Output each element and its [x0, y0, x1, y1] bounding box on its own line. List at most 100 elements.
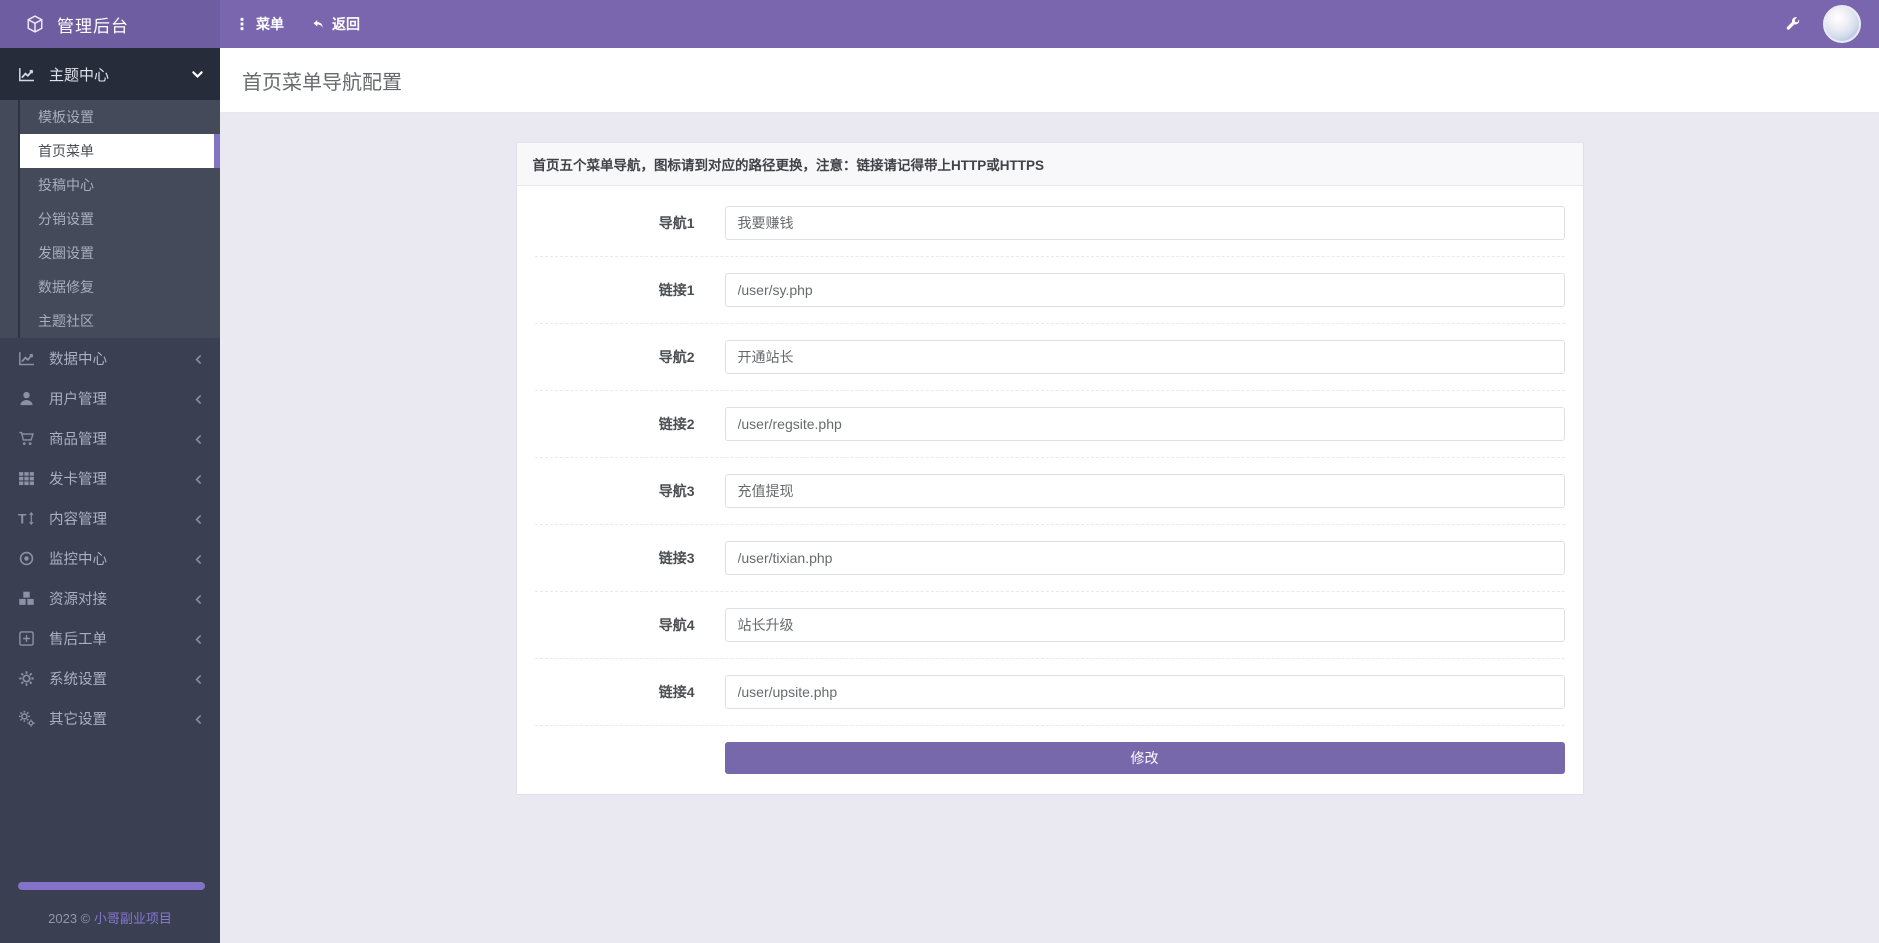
- dashed-divider: [534, 390, 1565, 391]
- sidebar-subitem[interactable]: 投稿中心: [0, 168, 220, 202]
- sidebar-footer: 2023 © 小哥副业项目: [0, 882, 220, 943]
- chevron-left-icon: [193, 473, 204, 484]
- panel-header: 首页五个菜单导航，图标请到对应的路径更换，注意：链接请记得带上HTTP或HTTP…: [516, 143, 1583, 186]
- wrench-icon[interactable]: [1785, 16, 1801, 32]
- field-input[interactable]: [724, 675, 1565, 709]
- form-row: 导航4: [535, 608, 1565, 642]
- field-label: 链接2: [658, 416, 695, 432]
- topbar: 管理后台 菜单 返回: [0, 0, 1879, 48]
- chevron-left-icon: [193, 353, 204, 364]
- field-input[interactable]: [724, 407, 1565, 441]
- copyright-year: 2023 ©: [48, 911, 94, 926]
- save-button[interactable]: 修改: [724, 742, 1565, 774]
- grid-icon: [18, 470, 35, 487]
- field-label: 导航4: [658, 617, 695, 633]
- topbar-right: [1785, 5, 1879, 43]
- sidebar-item[interactable]: 资源对接: [0, 578, 220, 618]
- field-input[interactable]: [724, 474, 1565, 508]
- sidebar-subitem[interactable]: 发圈设置: [0, 236, 220, 270]
- sidebar-subitem[interactable]: 分销设置: [0, 202, 220, 236]
- sidebar-item-label: 内容管理: [49, 511, 107, 528]
- back-button[interactable]: 返回: [312, 14, 360, 34]
- gears-icon: [18, 710, 35, 727]
- field-label: 链接4: [658, 684, 695, 700]
- sidebar-item-theme-center[interactable]: 主题中心: [0, 48, 220, 100]
- copyright-link[interactable]: 小哥副业项目: [94, 911, 172, 926]
- sidebar-scrollbar-thumb[interactable]: [18, 882, 205, 890]
- sidebar-item[interactable]: 售后工单: [0, 618, 220, 658]
- gear-icon: [18, 670, 35, 687]
- sidebar-subitem[interactable]: 数据修复: [0, 270, 220, 304]
- user-avatar[interactable]: [1823, 5, 1861, 43]
- form-row: 链接2: [535, 407, 1565, 441]
- back-label: 返回: [332, 16, 360, 32]
- content-area: 首页五个菜单导航，图标请到对应的路径更换，注意：链接请记得带上HTTP或HTTP…: [220, 113, 1879, 942]
- dashed-divider: [534, 524, 1565, 525]
- field-input[interactable]: [724, 340, 1565, 374]
- field-input[interactable]: [724, 206, 1565, 240]
- sidebar-item-label: 商品管理: [49, 431, 107, 448]
- dashed-divider: [534, 591, 1565, 592]
- sidebar: 主题中心 模板设置 首页菜单 投稿中心 分销设置 发圈设置 数据修复 主题社区 数据中心用户…: [0, 48, 220, 943]
- chevron-left-icon: [193, 553, 204, 564]
- field-input[interactable]: [724, 273, 1565, 307]
- brand[interactable]: 管理后台: [0, 0, 220, 48]
- plus-square-icon: [18, 630, 35, 647]
- sidebar-item-label: 系统设置: [49, 671, 107, 688]
- reply-icon: [312, 17, 324, 31]
- dots-vertical-icon: [236, 17, 248, 31]
- sidebar-item-label: 资源对接: [49, 591, 107, 608]
- sidebar-item-label: 监控中心: [49, 551, 107, 568]
- main-area: 首页菜单导航配置 首页五个菜单导航，图标请到对应的路径更换，注意：链接请记得带上…: [220, 0, 1879, 942]
- menu-toggle-label: 菜单: [256, 16, 284, 32]
- sidebar-item-label: 用户管理: [49, 391, 107, 408]
- dashed-divider: [534, 256, 1565, 257]
- form-row: 导航2: [535, 340, 1565, 374]
- sidebar-item[interactable]: T 内容管理: [0, 498, 220, 538]
- user-icon: [18, 390, 35, 407]
- line-chart-icon: [18, 350, 35, 367]
- dashed-divider: [534, 658, 1565, 659]
- sidebar-item[interactable]: 监控中心: [0, 538, 220, 578]
- chevron-left-icon: [193, 713, 204, 724]
- field-label: 链接3: [658, 550, 695, 566]
- line-chart-icon: [18, 66, 35, 83]
- field-input[interactable]: [724, 541, 1565, 575]
- sidebar-item-label: 数据中心: [49, 351, 107, 368]
- sidebar-item-label: 售后工单: [49, 631, 107, 648]
- form-row: 导航1: [535, 206, 1565, 240]
- chevron-left-icon: [193, 513, 204, 524]
- dashed-divider: [534, 725, 1565, 726]
- dashed-divider: [534, 457, 1565, 458]
- sidebar-subitem[interactable]: 模板设置: [0, 100, 220, 134]
- circle-dot-icon: [18, 550, 35, 567]
- sidebar-item-label: 主题中心: [49, 66, 110, 84]
- sidebar-subitem[interactable]: 主题社区: [0, 304, 220, 338]
- cubes-icon: [18, 590, 35, 607]
- topbar-nav: 菜单 返回: [236, 14, 360, 34]
- menu-toggle-button[interactable]: 菜单: [236, 14, 284, 34]
- copyright: 2023 © 小哥副业项目: [0, 908, 220, 943]
- sidebar-main-items: 数据中心用户管理商品管理发卡管理 T 内容管理监控中心资源对接售后工单系统设置其它设…: [0, 338, 220, 738]
- sidebar-item[interactable]: 系统设置: [0, 658, 220, 698]
- field-label: 导航3: [658, 483, 695, 499]
- sidebar-item-label: 其它设置: [49, 711, 107, 728]
- chevron-left-icon: [193, 593, 204, 604]
- sidebar-item[interactable]: 其它设置: [0, 698, 220, 738]
- sidebar-item[interactable]: 数据中心: [0, 338, 220, 378]
- form-row: 导航3: [535, 474, 1565, 508]
- submit-row: 修改: [535, 742, 1565, 774]
- field-input[interactable]: [724, 608, 1565, 642]
- sidebar-item[interactable]: 商品管理: [0, 418, 220, 458]
- field-label: 导航1: [658, 215, 695, 231]
- sidebar-subitem[interactable]: 首页菜单: [20, 134, 220, 168]
- sidebar-item[interactable]: 用户管理: [0, 378, 220, 418]
- cart-icon: [18, 430, 35, 447]
- panel-body: 导航1 链接1 导航2 链接2 导航3 链接3 导航4 链接4 修改: [517, 186, 1583, 794]
- chevron-down-icon: [191, 68, 204, 81]
- sidebar-item[interactable]: 发卡管理: [0, 458, 220, 498]
- page-title: 首页菜单导航配置: [242, 71, 402, 94]
- app-title: 管理后台: [57, 16, 129, 36]
- chevron-left-icon: [193, 633, 204, 644]
- nav-config-panel: 首页五个菜单导航，图标请到对应的路径更换，注意：链接请记得带上HTTP或HTTP…: [515, 142, 1584, 795]
